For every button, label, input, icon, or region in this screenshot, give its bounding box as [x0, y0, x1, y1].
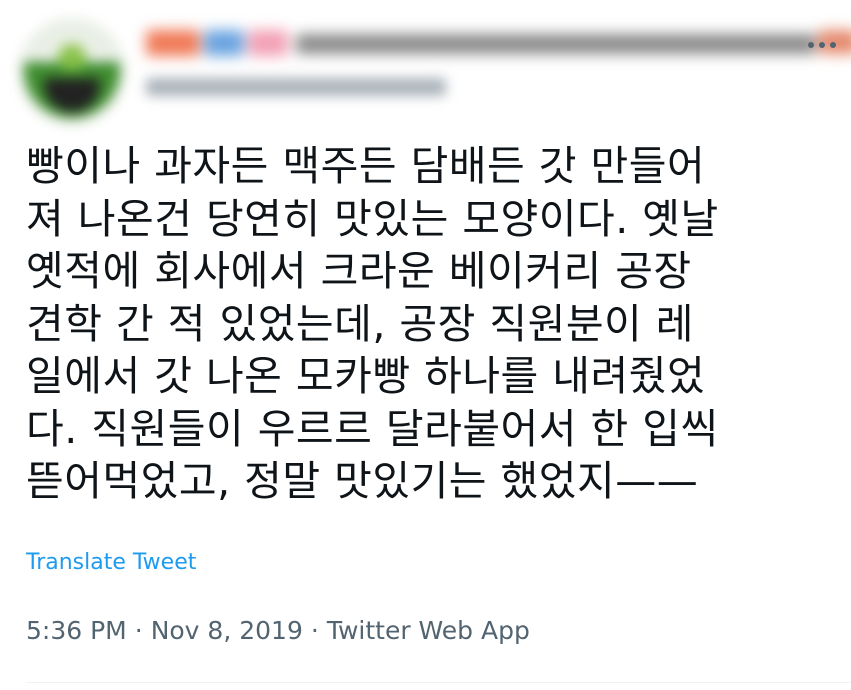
divider: [26, 682, 851, 683]
tweet-text-line: 옛적에 회사에서 크라운 베이커리 공장: [26, 247, 692, 295]
display-name-redacted[interactable]: [146, 26, 851, 58]
tweet-text-line: 다. 직원들이 우르르 달라붙어서 한 입씩: [26, 404, 719, 453]
tweet-source-link[interactable]: Twitter Web App: [327, 616, 530, 645]
tweet-metadata: 5:36 PM · Nov 8, 2019 · Twitter Web App: [26, 614, 530, 648]
separator: ·: [310, 616, 319, 645]
tweet-text: 빵이나 과자든 맥주든 담배든 갓 만들어 져 나온건 당연히 맛있는 모양이다…: [26, 140, 836, 508]
tweet-text-line: 견학 간 적 있었는데, 공장 직원분이 레: [26, 299, 695, 348]
tweet-card: 빵이나 과자든 맥주든 담배든 갓 만들어 져 나온건 당연히 맛있는 모양이다…: [0, 0, 851, 690]
avatar[interactable]: [18, 18, 126, 126]
more-horizontal-icon[interactable]: [805, 33, 839, 57]
separator: ·: [134, 616, 143, 645]
tweet-timestamp[interactable]: 5:36 PM · Nov 8, 2019: [26, 616, 303, 645]
tweet-time: 5:36 PM: [26, 616, 127, 645]
tweet-text-line: 빵이나 과자든 맥주든 담배든 갓 만들어: [26, 142, 706, 190]
translate-tweet-link[interactable]: Translate Tweet: [26, 548, 196, 578]
tweet-text-line: 일에서 갓 나온 모카빵 하나를 내려줬었: [26, 352, 706, 400]
tweet-text-line: 져 나온건 당연히 맛있는 모양이다. 옛날: [26, 194, 719, 243]
tweet-text-line: 뜯어먹었고, 정말 맛있기는 했었지——: [26, 457, 699, 505]
username-redacted[interactable]: [146, 78, 446, 96]
tweet-date: Nov 8, 2019: [150, 616, 303, 645]
